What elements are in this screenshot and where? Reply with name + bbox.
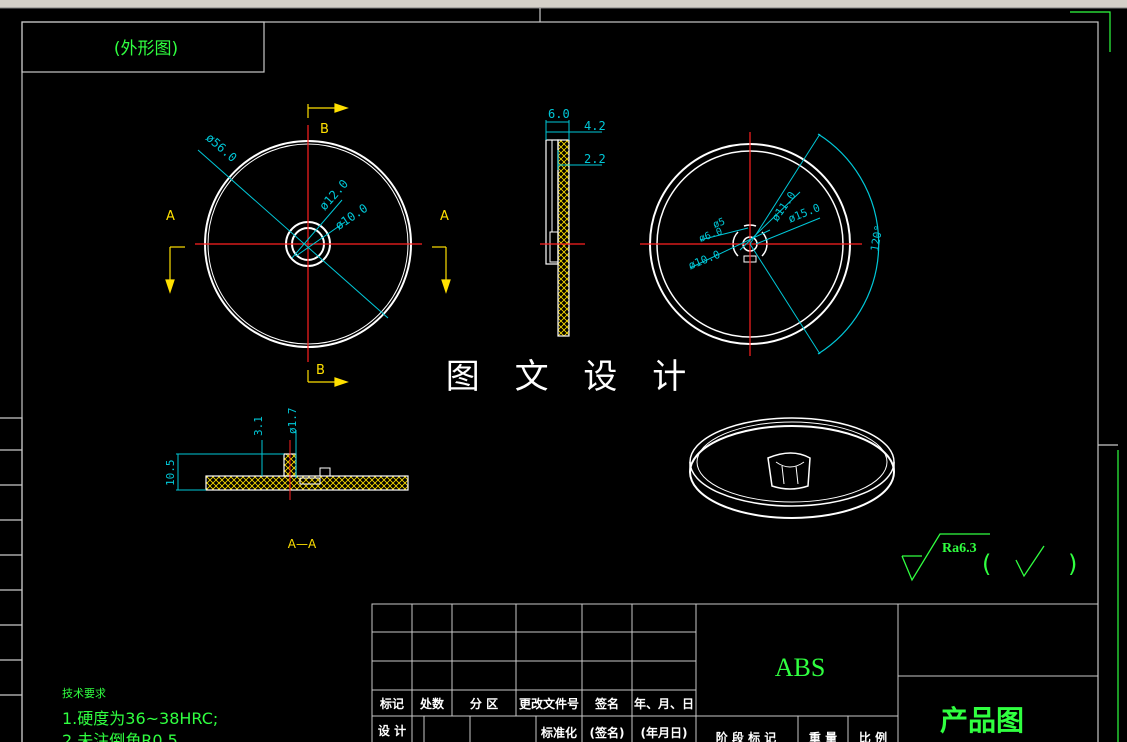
isometric-view: [689, 417, 895, 519]
cut-label-a-right: A: [440, 209, 449, 224]
svg-text:(年月日): (年月日): [641, 725, 688, 740]
cut-label-a-left: A: [166, 209, 175, 224]
back-view: [640, 132, 880, 356]
cut-label-b-bottom: B: [316, 363, 325, 378]
svg-text:(签名): (签名): [590, 725, 625, 740]
dim-angle: 120°: [868, 224, 885, 252]
svg-text:设 计: 设 计: [378, 723, 406, 738]
roughness-paren-close: ): [1068, 550, 1077, 578]
dim-t42: 4.2: [584, 119, 606, 133]
drawing-name: 产品图: [940, 704, 1024, 737]
tech-req-line1: 1.硬度为36~38HRC;: [62, 709, 218, 728]
svg-text:更改文件号: 更改文件号: [519, 696, 579, 711]
dim-d10b: ø10.0: [687, 248, 723, 272]
d56-leader: [197, 149, 389, 319]
cad-drawing-canvas[interactable]: (外形图) ø56.0 ø12.0 ø10.0 A A B B 6.0 4.2 …: [0, 0, 1127, 742]
cut-label-b-top: B: [320, 122, 329, 137]
svg-text:签名: 签名: [594, 696, 619, 711]
tech-req-title: 技术要求: [62, 687, 106, 700]
svg-text:比 例: 比 例: [859, 730, 887, 742]
roughness-paren-open: (: [982, 550, 991, 578]
side-hub-inner: [549, 231, 559, 263]
side-wall-hatched: [557, 139, 570, 337]
svg-text:标准化: 标准化: [540, 725, 577, 740]
dim-d12: ø12.0: [316, 177, 351, 213]
svg-text:年、月、日: 年、月、日: [634, 696, 694, 711]
title-block-stage-row: 阶 段 标 记 重 量 比 例: [716, 730, 887, 742]
dim-t22: 2.2: [584, 152, 606, 166]
dim-d10: ø10.0: [333, 201, 371, 233]
dim-d17: ø1.7: [286, 408, 299, 435]
material-label: ABS: [775, 653, 826, 682]
dim-d6: ø6.0: [698, 226, 724, 245]
dim-t6: 6.0: [548, 107, 570, 121]
green-corner-marks: [1070, 11, 1119, 742]
svg-text:处数: 处数: [419, 696, 445, 711]
roughness-value: Ra6.3: [942, 541, 977, 556]
tech-req-line2: 2.未注倒角R0.5.: [62, 731, 183, 742]
window-top-strip: [0, 0, 1127, 9]
section-view: [176, 430, 409, 500]
watermark-text: 图 文 设 计: [446, 357, 698, 397]
svg-text:阶 段 标 记: 阶 段 标 记: [716, 730, 777, 742]
section-label: A—A: [288, 537, 317, 551]
view-title: (外形图): [114, 39, 178, 59]
title-block-headers: 标记 处数 分 区 更改文件号 签名 年、月、日: [379, 696, 694, 711]
svg-text:分 区: 分 区: [470, 696, 498, 711]
svg-text:标记: 标记: [379, 696, 404, 711]
dim-h31: 3.1: [252, 416, 265, 436]
dim-h105: 10.5: [164, 460, 177, 487]
svg-text:重 量: 重 量: [809, 730, 837, 742]
